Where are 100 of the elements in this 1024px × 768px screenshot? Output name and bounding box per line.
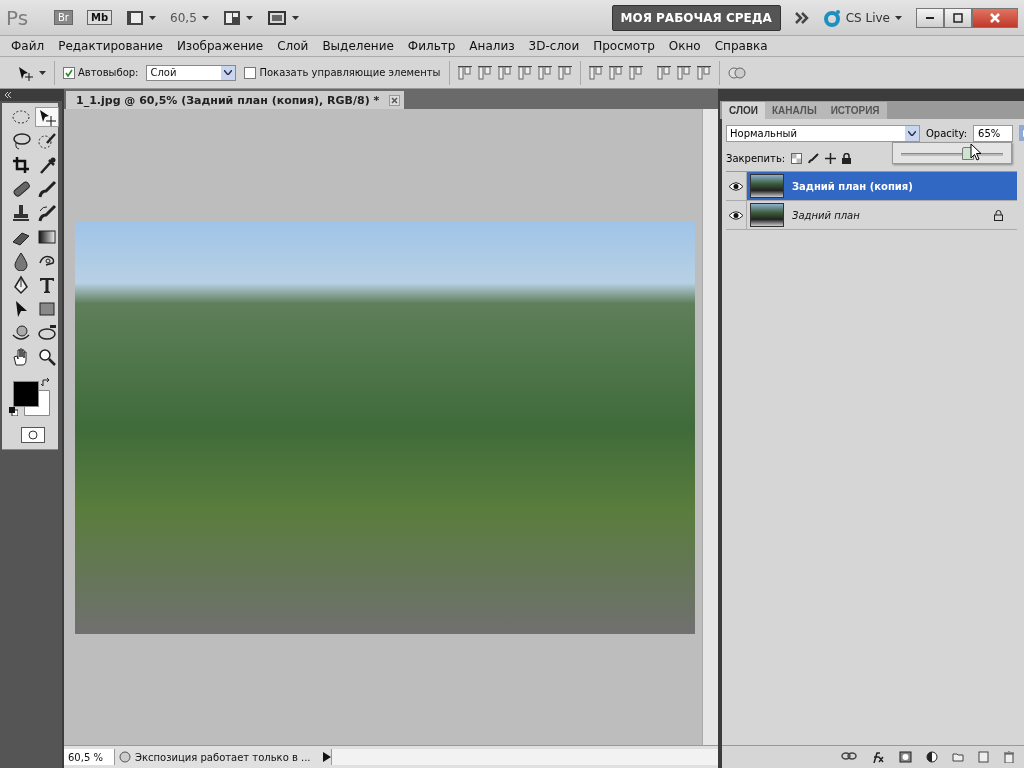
panel-tab[interactable]: КАНАЛЫ bbox=[764, 102, 824, 119]
distribute-icon[interactable] bbox=[696, 65, 711, 80]
trash-icon[interactable] bbox=[1003, 751, 1016, 763]
opacity-label: Opacity: bbox=[926, 127, 968, 139]
info-circle-icon bbox=[119, 751, 131, 763]
folder-icon[interactable] bbox=[952, 751, 965, 763]
opacity-field[interactable]: 65% bbox=[973, 124, 1014, 142]
foreground-color-swatch[interactable] bbox=[13, 381, 39, 407]
drop-icon bbox=[11, 251, 31, 271]
maximize-button[interactable] bbox=[944, 7, 972, 28]
new-layer-icon[interactable] bbox=[978, 751, 990, 763]
brush-icon bbox=[37, 203, 57, 223]
chevron-down-icon bbox=[908, 130, 916, 136]
eye-icon bbox=[729, 210, 743, 220]
document-title: 1_1.jpg @ 60,5% (Задний план (копия), RGB/8) * bbox=[76, 93, 380, 107]
visibility-toggle[interactable] bbox=[726, 172, 747, 200]
zoom-level[interactable]: 60,5 bbox=[170, 10, 197, 25]
mini-bridge-button[interactable]: Mb bbox=[87, 10, 113, 25]
blend-mode-select[interactable]: Нормальный bbox=[726, 124, 920, 142]
checkbox[interactable] bbox=[244, 66, 257, 79]
gradient-icon bbox=[37, 227, 57, 247]
zoom-field[interactable]: 60,5 % bbox=[64, 749, 115, 765]
checkbox-label: Автовыбор: bbox=[78, 67, 139, 78]
layer-row[interactable]: Задний план (копия) bbox=[747, 172, 1018, 200]
auto-align-icon[interactable] bbox=[727, 64, 746, 81]
sphere-rotate-icon bbox=[11, 323, 31, 343]
lock-label: Закрепить: bbox=[726, 152, 786, 164]
distribute-icon[interactable] bbox=[588, 65, 603, 80]
align-icon[interactable] bbox=[497, 65, 512, 80]
close-button[interactable] bbox=[972, 7, 1018, 28]
chevron-down-icon bbox=[224, 70, 233, 75]
bridge-button[interactable]: Br bbox=[54, 10, 73, 25]
document-tab[interactable]: 1_1.jpg @ 60,5% (Задний план (копия), RGB/8) * bbox=[66, 91, 405, 109]
distribute-icon[interactable] bbox=[628, 65, 643, 80]
menu-item[interactable]: Фильтр bbox=[400, 39, 463, 53]
tool-button[interactable] bbox=[9, 323, 33, 343]
brush-icon bbox=[37, 179, 57, 199]
dashed-ellipse-icon bbox=[11, 107, 31, 127]
menu-item[interactable]: Справка bbox=[707, 39, 775, 53]
menu-item[interactable]: Просмотр bbox=[586, 39, 662, 53]
menu-item[interactable]: Окно bbox=[661, 39, 708, 53]
link-icon[interactable] bbox=[841, 751, 858, 763]
collapse-icon[interactable] bbox=[4, 92, 12, 98]
menu-item[interactable]: 3D-слои bbox=[521, 39, 587, 53]
magnifier-icon bbox=[37, 347, 57, 367]
swap-arrow-icon[interactable] bbox=[41, 377, 51, 387]
layer-row[interactable]: Задний план bbox=[747, 201, 1018, 229]
visibility-toggle[interactable] bbox=[726, 201, 747, 229]
cs-live-menu[interactable]: CS Live bbox=[845, 10, 890, 25]
tool-button[interactable] bbox=[35, 323, 59, 343]
cs-live-icon bbox=[822, 8, 841, 27]
menu-item[interactable]: Слой bbox=[270, 39, 316, 53]
menu-item[interactable]: Файл bbox=[4, 39, 52, 53]
close-icon[interactable] bbox=[389, 94, 401, 106]
checkbox-label: Показать управляющие элементы bbox=[259, 67, 441, 78]
tool-button[interactable] bbox=[35, 227, 59, 247]
crop-icon bbox=[11, 155, 31, 175]
caret-icon bbox=[895, 15, 902, 20]
align-icon[interactable] bbox=[557, 65, 572, 80]
menu-item[interactable]: Выделение bbox=[315, 39, 401, 53]
status-info: Экспозиция работает только в ... bbox=[135, 751, 311, 763]
default-colors-icon[interactable] bbox=[9, 407, 18, 416]
panel-tab[interactable]: ИСТОРИЯ bbox=[823, 102, 887, 119]
mask-icon[interactable] bbox=[899, 751, 913, 763]
play-arrow-icon[interactable] bbox=[323, 752, 331, 762]
layer-thumbnail bbox=[750, 174, 784, 198]
transparency-lock-icon[interactable] bbox=[791, 152, 803, 164]
align-icon[interactable] bbox=[517, 65, 532, 80]
layout-grid-icon[interactable] bbox=[222, 9, 241, 26]
screen-mode-icon[interactable] bbox=[266, 9, 287, 26]
caret-icon bbox=[201, 15, 209, 20]
horizontal-scrollbar[interactable] bbox=[331, 749, 718, 765]
half-circle-icon[interactable] bbox=[926, 751, 939, 763]
orbit-icon bbox=[37, 323, 57, 343]
workspace-button[interactable]: МОЯ РАБОЧАЯ СРЕДА bbox=[611, 4, 781, 31]
menu-item[interactable]: Анализ bbox=[462, 39, 522, 53]
vertical-scrollbar[interactable] bbox=[702, 109, 718, 745]
mouse-pointer-icon bbox=[970, 143, 982, 161]
distribute-icon[interactable] bbox=[608, 65, 623, 80]
align-icon[interactable] bbox=[477, 65, 492, 80]
padlock-icon[interactable] bbox=[842, 152, 852, 164]
align-icon[interactable] bbox=[537, 65, 552, 80]
menu-item[interactable]: Редактирование bbox=[51, 39, 170, 53]
layer-select[interactable]: Слой bbox=[146, 64, 237, 81]
checkmark-icon bbox=[65, 68, 73, 77]
checkbox[interactable] bbox=[63, 66, 75, 79]
brush-icon[interactable] bbox=[808, 152, 820, 164]
distribute-icon[interactable] bbox=[656, 65, 671, 80]
tool-button[interactable] bbox=[35, 131, 59, 151]
caret-icon bbox=[245, 15, 253, 20]
distribute-icon[interactable] bbox=[676, 65, 691, 80]
menu-item[interactable]: Изображение bbox=[169, 39, 271, 53]
move-cross-icon[interactable] bbox=[825, 152, 837, 164]
align-icon[interactable] bbox=[457, 65, 472, 80]
quick-mask-button[interactable] bbox=[21, 427, 45, 443]
tool-button[interactable] bbox=[35, 107, 59, 127]
fx-icon[interactable] bbox=[871, 751, 886, 763]
double-chevron-icon[interactable] bbox=[794, 11, 809, 24]
panel-tab[interactable]: СЛОИ bbox=[722, 102, 765, 119]
minimize-button[interactable] bbox=[916, 7, 944, 28]
